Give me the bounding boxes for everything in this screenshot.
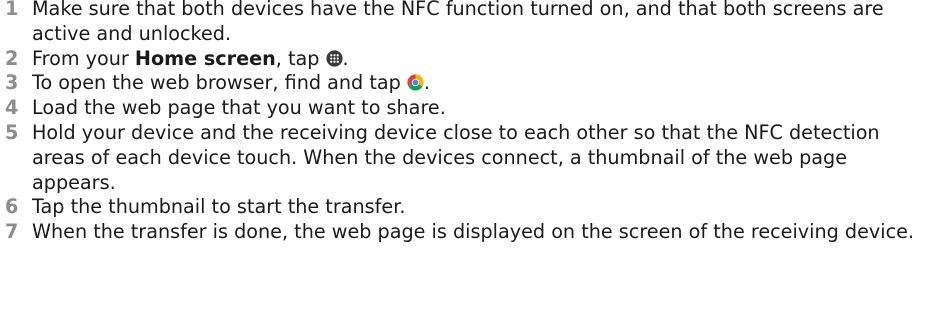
instruction-steps: 1 Make sure that both devices have the N… <box>0 0 933 245</box>
step-4: 4 Load the web page that you want to sha… <box>0 96 933 121</box>
step-text: To open the web browser, find and tap . <box>32 71 933 96</box>
step-2: 2 From your Home screen, tap . <box>0 47 933 72</box>
step-text: Hold your device and the receiving devic… <box>32 120 880 194</box>
step-number: 6 <box>5 195 19 219</box>
step-text: When the transfer is done, the web page … <box>32 220 915 244</box>
step-number: 7 <box>5 220 19 244</box>
step-text-after: . <box>342 46 349 70</box>
step-number: 2 <box>5 46 19 70</box>
step-5: 5 Hold your device and the receiving dev… <box>0 121 933 195</box>
step-text: Tap the thumbnail to start the transfer. <box>32 195 406 219</box>
step-7: 7 When the transfer is done, the web pag… <box>0 220 933 245</box>
home-screen-label: Home screen <box>134 46 276 70</box>
step-text-after: . <box>423 71 431 95</box>
chrome-icon <box>407 74 424 91</box>
step-1: 1 Make sure that both devices have the N… <box>0 0 933 47</box>
step-number: 5 <box>5 120 19 144</box>
step-6: 6 Tap the thumbnail to start the transfe… <box>0 195 933 220</box>
step-number: 4 <box>5 96 19 120</box>
step-number: 3 <box>5 71 19 95</box>
step-text-middle: , tap <box>275 46 326 70</box>
step-number: 1 <box>5 0 19 20</box>
step-text: Make sure that both devices have the NFC… <box>32 0 884 45</box>
apps-grid-icon <box>325 50 343 67</box>
step-text-before: From your <box>32 46 135 70</box>
step-text: From your Home screen, tap . <box>32 47 933 72</box>
step-3: 3 To open the web browser, find and tap … <box>0 71 933 96</box>
step-text-before: To open the web browser, find and tap <box>32 71 407 95</box>
step-text: Load the web page that you want to share… <box>32 96 446 120</box>
